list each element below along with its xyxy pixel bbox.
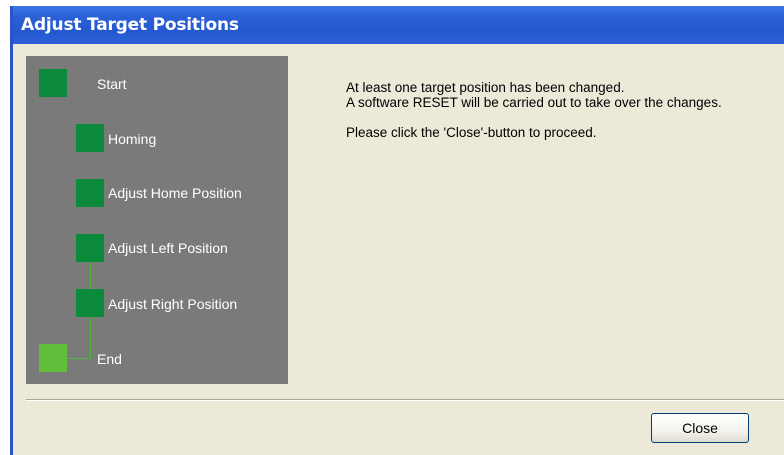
step-adjust-home-label: Adjust Home Position: [108, 185, 242, 201]
message-line: A software RESET will be carried out to …: [346, 95, 722, 110]
step-adjust-home-indicator: [76, 179, 104, 207]
dialog-window: Adjust Target Positions Start Homing Adj…: [10, 6, 784, 455]
window-title: Adjust Target Positions: [21, 15, 239, 35]
step-homing-label: Homing: [108, 131, 157, 147]
step-adjust-right-label: Adjust Right Position: [108, 296, 238, 312]
steps-panel: Start Homing Adjust Home Position Adjust…: [26, 56, 288, 384]
separator: [26, 399, 784, 401]
step-start-label: Start: [97, 76, 127, 92]
step-adjust-left-label: Adjust Left Position: [108, 240, 228, 256]
step-connector: [90, 317, 91, 359]
step-adjust-right-indicator: [76, 289, 104, 317]
close-button[interactable]: Close: [651, 413, 749, 443]
step-connector: [90, 262, 91, 289]
step-adjust-left-indicator: [76, 234, 104, 262]
step-end-indicator: [39, 344, 67, 372]
step-start-indicator: [39, 69, 67, 97]
message-line: Please click the 'Close'-button to proce…: [346, 125, 597, 140]
title-bar[interactable]: Adjust Target Positions: [13, 6, 784, 44]
step-connector: [67, 358, 91, 359]
step-end-label: End: [97, 351, 122, 367]
message-text: At least one target position has been ch…: [346, 80, 746, 140]
message-line: At least one target position has been ch…: [346, 80, 625, 95]
step-homing-indicator: [76, 124, 104, 152]
